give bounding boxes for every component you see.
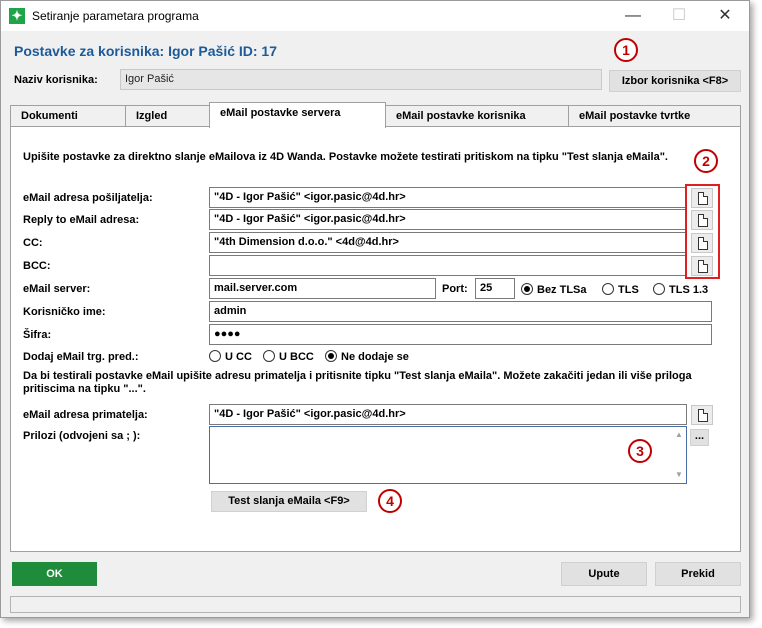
radio-icon — [263, 350, 275, 363]
intro-text: Upišite postavke za direktno slanje eMai… — [23, 151, 668, 163]
test-send-button[interactable]: Test slanja eMaila <F9> — [211, 491, 367, 512]
close-button[interactable]: ✕ — [702, 1, 748, 31]
callout-badge-4: 4 — [378, 489, 402, 513]
server-label: eMail server: — [23, 283, 91, 295]
recipient-field[interactable]: "4D - Igor Pašić" <igor.pasic@4d.hr> — [209, 404, 687, 425]
document-icon — [698, 214, 708, 227]
tab-dokumenti[interactable]: Dokumenti — [10, 105, 126, 126]
cc-field[interactable]: "4th Dimension d.o.o." <4d@4d.hr> — [209, 232, 687, 253]
replyto-field[interactable]: "4D - Igor Pašić" <igor.pasic@4d.hr> — [209, 209, 687, 230]
settings-window: ✦ Setiranje parametara programa — ☐ ✕ Po… — [0, 0, 750, 618]
sender-pick-button[interactable] — [691, 188, 713, 208]
radio-selected-icon — [325, 350, 337, 363]
add-company-option-none[interactable]: Ne dodaje se — [325, 350, 409, 364]
callout-badge-1: 1 — [614, 38, 638, 62]
tab-izgled[interactable]: Izgled — [125, 105, 210, 126]
cc-pick-button[interactable] — [691, 233, 713, 253]
security-option-none[interactable]: Bez TLSa — [521, 283, 587, 297]
callout-badge-3: 3 — [628, 439, 652, 463]
password-label: Šifra: — [23, 329, 52, 341]
maximize-button[interactable]: ☐ — [656, 1, 702, 31]
username-label: Korisničko ime: — [23, 306, 106, 318]
replyto-pick-button[interactable] — [691, 210, 713, 230]
title-bar[interactable]: ✦ Setiranje parametara programa — ☐ ✕ — [1, 1, 749, 31]
replyto-label: Reply to eMail adresa: — [23, 214, 140, 226]
attachments-field[interactable]: ▲ ▼ — [209, 426, 687, 484]
bcc-pick-button[interactable] — [691, 256, 713, 276]
security-option-tls13[interactable]: TLS 1.3 — [653, 283, 708, 297]
cc-label: CC: — [23, 237, 43, 249]
help-button[interactable]: Upute — [561, 562, 647, 586]
bcc-field[interactable] — [209, 255, 687, 276]
tab-email-user[interactable]: eMail postavke korisnika — [385, 105, 569, 126]
document-icon — [698, 409, 708, 422]
tab-email-server[interactable]: eMail postavke servera — [209, 102, 386, 128]
ok-button[interactable]: OK — [12, 562, 97, 586]
app-icon: ✦ — [9, 8, 25, 24]
security-option-tls[interactable]: TLS — [602, 283, 639, 297]
cancel-button[interactable]: Prekid — [655, 562, 741, 586]
select-user-button[interactable]: Izbor korisnika <F8> — [609, 70, 741, 92]
page-title: Postavke za korisnika: Igor Pašić ID: 17 — [14, 43, 278, 59]
bcc-label: BCC: — [23, 260, 51, 272]
attachments-label: Prilozi (odvojeni sa ; ): — [23, 430, 141, 442]
document-icon — [698, 192, 708, 205]
radio-icon — [602, 283, 614, 296]
user-name-field: Igor Pašić — [120, 69, 602, 90]
add-company-option-cc[interactable]: U CC — [209, 350, 252, 364]
recipient-label: eMail adresa primatelja: — [23, 409, 148, 421]
callout-badge-2: 2 — [694, 149, 718, 173]
username-field[interactable]: admin — [209, 301, 712, 322]
server-field[interactable]: mail.server.com — [209, 278, 436, 299]
sender-field[interactable]: "4D - Igor Pašić" <igor.pasic@4d.hr> — [209, 187, 687, 208]
minimize-button[interactable]: — — [610, 1, 656, 31]
user-name-label: Naziv korisnika: — [14, 74, 98, 86]
add-company-email-label: Dodaj eMail trg. pred.: — [23, 351, 139, 363]
scroll-down-icon[interactable]: ▼ — [674, 470, 684, 480]
radio-icon — [653, 283, 665, 296]
status-bar — [10, 596, 741, 613]
recipient-pick-button[interactable] — [691, 405, 713, 425]
radio-icon — [209, 350, 221, 363]
tab-email-company[interactable]: eMail postavke tvrtke — [568, 105, 741, 126]
password-field[interactable]: ●●●● — [209, 324, 712, 345]
radio-selected-icon — [521, 283, 533, 296]
window-title: Setiranje parametara programa — [32, 9, 199, 23]
document-icon — [698, 260, 708, 273]
scroll-up-icon[interactable]: ▲ — [674, 430, 684, 440]
test-intro-text: Da bi testirali postavke eMail upišite a… — [23, 370, 692, 395]
port-field[interactable]: 25 — [475, 278, 515, 299]
port-label: Port: — [442, 283, 468, 295]
sender-label: eMail adresa pošiljatelja: — [23, 192, 153, 204]
add-company-option-bcc[interactable]: U BCC — [263, 350, 314, 364]
attach-button[interactable]: ... — [690, 429, 709, 446]
document-icon — [698, 237, 708, 250]
